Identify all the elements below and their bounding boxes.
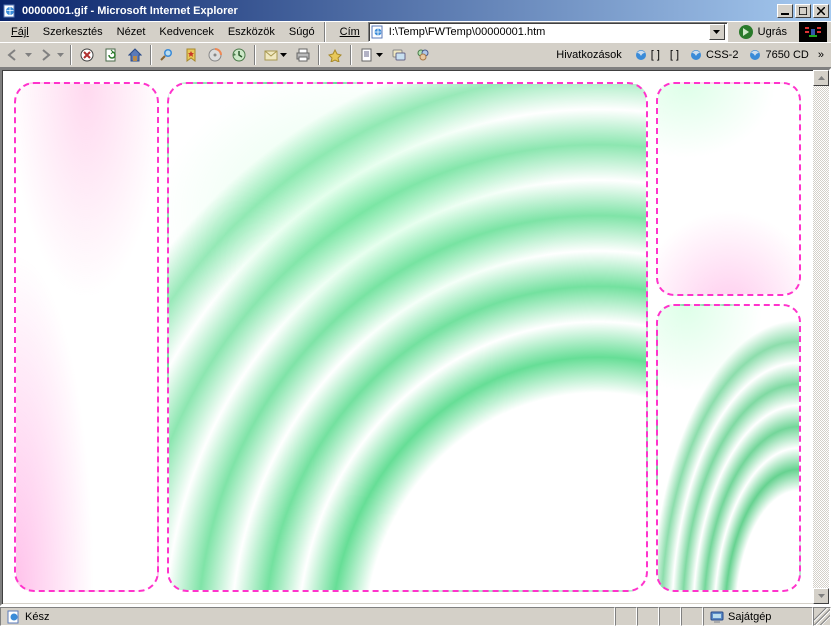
separator (70, 45, 72, 65)
statusbar: Kész Sajátgép (0, 606, 831, 626)
menu-file[interactable]: Fájl (4, 24, 36, 40)
search-button[interactable] (156, 44, 178, 66)
mail-button[interactable] (260, 44, 290, 66)
scroll-down-icon[interactable] (813, 588, 829, 604)
window-title: 00000001.gif - Microsoft Internet Explor… (22, 5, 777, 17)
minimize-button[interactable] (777, 4, 793, 18)
status-ready: Kész (0, 607, 615, 626)
ie-page-icon (7, 610, 21, 624)
status-zone: Sajátgép (703, 607, 813, 626)
separator (318, 45, 320, 65)
media-button[interactable] (204, 44, 226, 66)
research-button[interactable] (412, 44, 434, 66)
content-viewport (0, 68, 831, 606)
resize-grip-icon[interactable] (813, 607, 831, 626)
computer-icon (710, 610, 724, 624)
ie-icon (689, 48, 703, 62)
history-button[interactable] (228, 44, 250, 66)
address-label: Cím (336, 26, 364, 38)
status-cell-2 (637, 607, 659, 626)
ie-icon (748, 48, 762, 62)
toolbar: Hivatkozások [ ] [ ] CSS-2 7650 CD » (0, 42, 831, 68)
scroll-up-icon[interactable] (813, 70, 829, 86)
status-cell-3 (659, 607, 681, 626)
address-dropdown-icon[interactable] (709, 24, 725, 40)
decorative-panel-top-right (656, 82, 801, 296)
ie-icon (634, 48, 648, 62)
go-button[interactable]: Ugrás (732, 24, 793, 40)
vertical-scrollbar[interactable] (813, 70, 829, 604)
menu-view[interactable]: Nézet (110, 24, 153, 40)
maximize-button[interactable] (795, 4, 811, 18)
ie-page-icon (371, 25, 385, 39)
decorative-panel-left (14, 82, 159, 592)
decorative-panel-bottom-right (656, 304, 801, 592)
print-button[interactable] (292, 44, 314, 66)
messenger-button[interactable] (324, 44, 346, 66)
ie-throbber-icon (799, 22, 827, 42)
scroll-track[interactable] (813, 86, 829, 588)
window-titlebar: 00000001.gif - Microsoft Internet Explor… (0, 0, 831, 21)
home-button[interactable] (124, 44, 146, 66)
refresh-button[interactable] (100, 44, 122, 66)
link-item-2[interactable]: [ ] (666, 47, 683, 63)
menu-tools[interactable]: Eszközök (221, 24, 282, 40)
links-overflow-icon[interactable]: » (815, 49, 827, 61)
address-input[interactable] (389, 26, 705, 38)
page-body (2, 70, 813, 604)
close-button[interactable] (813, 4, 829, 18)
back-button[interactable] (4, 44, 34, 66)
link-item-3[interactable]: CSS-2 (685, 46, 742, 64)
menu-help[interactable]: Súgó (282, 24, 322, 40)
link-item-1[interactable]: [ ] (630, 46, 664, 64)
go-label: Ugrás (758, 26, 787, 38)
edit-button[interactable] (356, 44, 386, 66)
stop-button[interactable] (76, 44, 98, 66)
separator (324, 22, 326, 42)
menubar: Fájl Szerkesztés Nézet Kedvencek Eszközö… (0, 21, 831, 42)
separator (254, 45, 256, 65)
status-cell-1 (615, 607, 637, 626)
menu-favorites[interactable]: Kedvencek (152, 24, 220, 40)
menu-edit[interactable]: Szerkesztés (36, 24, 110, 40)
link-item-4[interactable]: 7650 CD (744, 46, 812, 64)
decorative-panel-center (167, 82, 648, 592)
address-box[interactable] (368, 22, 728, 42)
links-label: Hivatkozások (550, 49, 627, 61)
separator (150, 45, 152, 65)
forward-button[interactable] (36, 44, 66, 66)
ie-page-icon (2, 3, 18, 19)
separator (350, 45, 352, 65)
go-arrow-icon (738, 24, 754, 40)
discuss-button[interactable] (388, 44, 410, 66)
favorites-button[interactable] (180, 44, 202, 66)
status-cell-4 (681, 607, 703, 626)
